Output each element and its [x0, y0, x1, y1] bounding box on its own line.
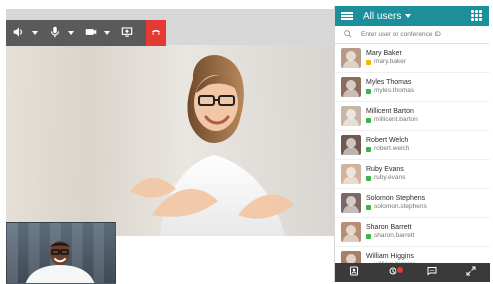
list-item[interactable]: William Higgins william.higgins [335, 247, 490, 263]
avatar [341, 48, 361, 68]
microphone-icon [48, 25, 62, 42]
user-name: Solomon Stephens [366, 194, 426, 202]
avatar [341, 222, 361, 242]
avatar [341, 106, 361, 126]
speaker-icon [12, 25, 26, 42]
expand-button[interactable] [460, 265, 482, 281]
expand-icon [465, 264, 477, 282]
user-id: robert.welch [374, 145, 410, 153]
avatar [341, 193, 361, 213]
search-input[interactable] [359, 26, 481, 43]
contacts-icon [348, 264, 360, 282]
list-item[interactable]: Solomon Stephens solomon.stephens [335, 189, 490, 218]
user-id-row: mary.baker [366, 58, 407, 66]
list-item[interactable]: Mary Baker mary.baker [335, 44, 490, 73]
user-name: Mary Baker [366, 49, 402, 57]
local-participant [25, 241, 95, 283]
user-name: Millicent Barton [366, 107, 414, 115]
chevron-down-icon [104, 31, 110, 35]
remote-participant [130, 55, 294, 236]
avatar [341, 77, 361, 97]
user-id: ruby.evans [374, 174, 406, 182]
user-name: Sharon Barrett [366, 223, 412, 231]
status-indicator [366, 60, 371, 66]
screen-share-icon [120, 25, 134, 42]
notification-badge [396, 265, 405, 274]
contacts-list: Mary Baker mary.baker Myles Thomas myles… [335, 44, 490, 263]
user-id-row: millicent.barton [366, 116, 418, 124]
chevron-down-icon [405, 14, 412, 18]
user-text: William Higgins william.higgins [366, 253, 416, 263]
main-video[interactable] [6, 9, 334, 236]
status-indicator [366, 118, 371, 124]
status-indicator [366, 234, 371, 240]
video-camera-icon [84, 25, 98, 42]
list-item[interactable]: Sharon Barrett sharon.barrett [335, 218, 490, 247]
user-id-row: solomon.stephens [366, 203, 427, 211]
user-text: Sharon Barrett sharon.barrett [366, 224, 414, 240]
chevron-down-icon [32, 31, 38, 35]
user-text: Myles Thomas myles.thomas [366, 79, 414, 95]
contacts-header: All users [335, 6, 489, 26]
user-name: Myles Thomas [366, 78, 412, 86]
user-name: Robert Welch [366, 136, 409, 144]
search-icon [343, 29, 353, 41]
user-text: Mary Baker mary.baker [366, 50, 406, 66]
user-id: mary.baker [374, 58, 407, 66]
contacts-button[interactable] [343, 265, 365, 281]
status-indicator [366, 176, 371, 182]
contacts-title: All users [363, 10, 402, 22]
speaker-toggle[interactable] [12, 20, 38, 46]
hangup-icon [149, 24, 163, 43]
list-item[interactable]: Millicent Barton millicent.barton [335, 102, 490, 131]
local-video-preview[interactable] [6, 222, 116, 284]
grid-icon[interactable] [471, 10, 483, 22]
microphone-toggle[interactable] [48, 20, 74, 46]
call-controls-bar [6, 20, 166, 46]
status-indicator [366, 205, 371, 211]
hangup-button[interactable] [146, 20, 166, 46]
status-indicator [366, 147, 371, 153]
list-item[interactable]: Ruby Evans ruby.evans [335, 160, 490, 189]
chevron-down-icon [68, 31, 74, 35]
user-id: millicent.barton [374, 116, 418, 124]
user-id: solomon.stephens [374, 203, 427, 211]
user-name: Ruby Evans [366, 165, 404, 173]
chat-icon [426, 264, 438, 282]
user-id-row: myles.thomas [366, 87, 415, 95]
user-text: Solomon Stephens solomon.stephens [366, 195, 427, 211]
status-indicator [366, 89, 371, 95]
user-id-row: sharon.barrett [366, 232, 415, 240]
user-text: Millicent Barton millicent.barton [366, 108, 418, 124]
video-stage [6, 9, 334, 236]
user-text: Ruby Evans ruby.evans [366, 166, 405, 182]
user-id: sharon.barrett [374, 232, 415, 240]
user-id: myles.thomas [374, 87, 415, 95]
camera-toggle[interactable] [84, 20, 110, 46]
calls-button[interactable] [382, 265, 405, 281]
search-bar [335, 26, 489, 44]
hamburger-icon[interactable] [341, 11, 353, 21]
contacts-footer [335, 263, 490, 282]
user-id-row: robert.welch [366, 145, 410, 153]
contacts-filter-dropdown[interactable]: All users [363, 10, 412, 22]
avatar [341, 135, 361, 155]
user-text: Robert Welch robert.welch [366, 137, 409, 153]
list-item[interactable]: Myles Thomas myles.thomas [335, 73, 490, 102]
chat-button[interactable] [421, 265, 443, 281]
screen-share-button[interactable] [120, 20, 134, 46]
avatar [341, 251, 361, 263]
contacts-panel: All users Mary Baker mary.baker [334, 6, 490, 282]
user-id-row: ruby.evans [366, 174, 406, 182]
list-item[interactable]: Robert Welch robert.welch [335, 131, 490, 160]
user-name: William Higgins [366, 252, 414, 260]
avatar [341, 164, 361, 184]
